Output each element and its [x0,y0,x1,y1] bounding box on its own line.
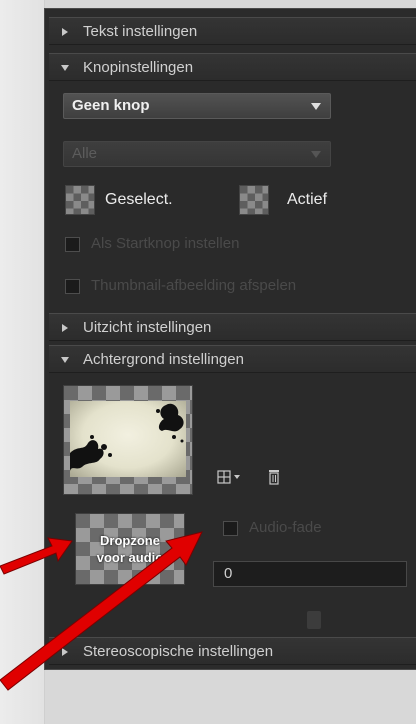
section-label: Tekst instellingen [83,23,198,40]
layout-options-icon[interactable] [217,469,247,485]
button-settings-body: Geen knop Alle Geselect. Actief Als Star… [49,81,416,313]
background-thumbnail[interactable] [63,385,193,495]
background-image [70,401,186,477]
properties-panel: Tekst instellingen Knopinstellingen Geen… [44,8,416,670]
ink-splatter-image [70,403,184,471]
section-button-settings[interactable]: Knopinstellingen [49,53,416,81]
collapsed-arrow-icon [62,28,68,36]
thumbnail-checkbox[interactable] [65,279,80,294]
disabled-delete-icon [307,611,321,629]
audio-fade-label: Audio-fade [249,519,322,536]
audio-fade-checkbox[interactable] [223,521,238,536]
expanded-arrow-icon [61,65,69,71]
section-label: Uitzicht instellingen [83,319,212,336]
audio-dropzone[interactable]: Dropzone voor audio [75,513,185,585]
active-color-swatch[interactable] [239,185,269,215]
selected-color-swatch[interactable] [65,185,95,215]
trash-icon[interactable] [267,469,281,485]
dropdown-value: Alle [72,145,98,162]
active-label: Actief [287,191,328,208]
audio-offset-input[interactable]: 0 [213,561,407,587]
collapsed-arrow-icon [62,648,68,656]
section-view-settings[interactable]: Uitzicht instellingen [49,313,416,341]
dropdown-value: Geen knop [72,97,150,114]
chevron-down-icon [311,103,321,110]
background-settings-body: Dropzone voor audio Audio-fade 0 [49,373,416,643]
collapsed-arrow-icon [62,324,68,332]
expanded-arrow-icon [61,357,69,363]
section-background-settings[interactable]: Achtergrond instellingen [49,345,416,373]
section-label: Knopinstellingen [83,59,194,76]
dropzone-label-line2: voor audio [96,550,164,565]
start-button-checkbox[interactable] [65,237,80,252]
section-stereo-settings[interactable]: Stereoscopische instellingen [49,637,416,665]
button-type-dropdown[interactable]: Geen knop [63,93,331,119]
left-margin [0,0,45,724]
selected-label: Geselect. [105,191,173,208]
thumbnail-checkbox-label: Thumbnail-afbeelding afspelen [91,277,297,294]
start-button-checkbox-label: Als Startknop instellen [91,235,240,252]
chevron-down-icon [311,151,321,158]
section-label: Achtergrond instellingen [83,351,244,368]
section-label: Stereoscopische instellingen [83,643,274,660]
secondary-dropdown[interactable]: Alle [63,141,331,167]
input-value: 0 [224,565,233,582]
section-text-settings[interactable]: Tekst instellingen [49,17,416,45]
dropzone-label-line1: Dropzone [100,533,160,548]
